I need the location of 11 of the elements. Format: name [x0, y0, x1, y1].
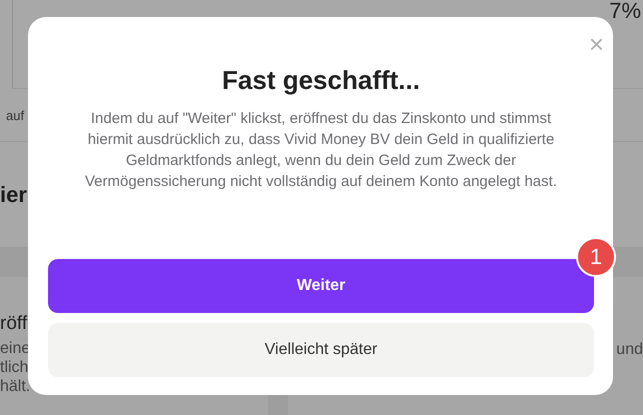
card-text: tlich	[0, 358, 30, 377]
dialog-title: Fast geschafft...	[221, 65, 421, 96]
step-badge: 1	[576, 237, 616, 277]
card-text: und	[616, 341, 643, 360]
section-heading: ier	[0, 182, 27, 208]
stat-value: 7%	[609, 0, 642, 25]
row-text: auf	[5, 108, 24, 122]
card-text: hält.	[0, 377, 32, 396]
later-button[interactable]: Vielleicht später	[48, 323, 594, 377]
card-title: röff	[0, 313, 28, 335]
dialog-message: Indem du auf "Weiter" klickst, eröffnest du das Zinskonto und stimmst hiermit ausdrücklich zu, dass Vivid Money BV dein Geld in qualifizierte Geldmarktfonds anlegt, wenn du dein Geld zum Zweck der Vermögenssicherung nicht vollständig auf deinem Konto angelegt hast.	[84, 109, 558, 192]
